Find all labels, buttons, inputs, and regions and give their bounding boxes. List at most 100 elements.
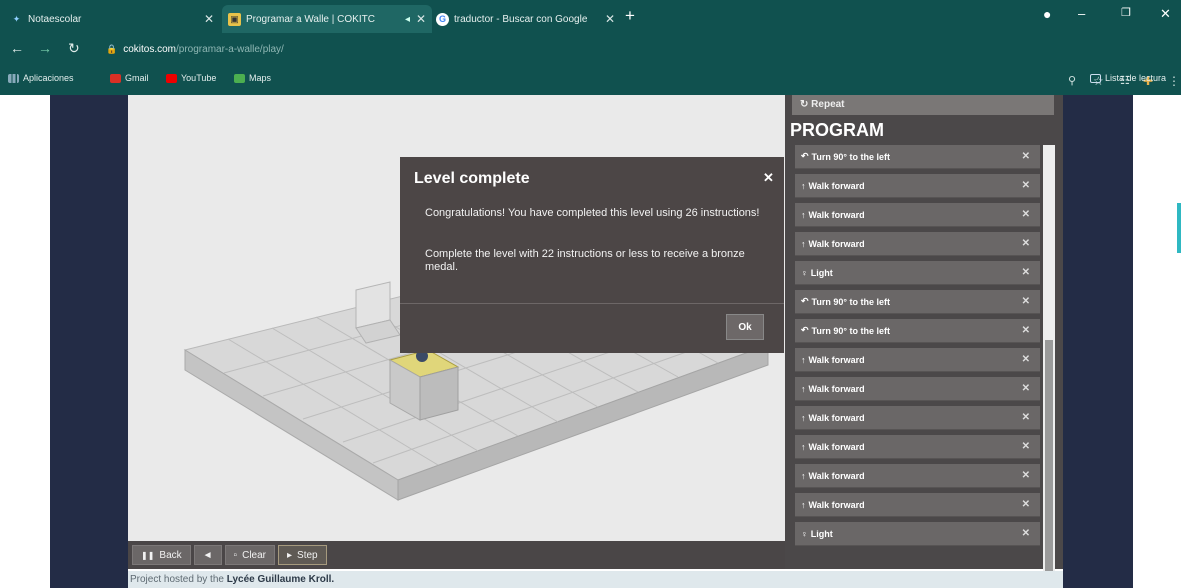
arrow-up-icon: ↑ <box>801 383 806 394</box>
dialog-message-completed: Congratulations! You have completed this… <box>425 207 760 219</box>
tab-programar-walle[interactable]: ▣ Programar a Walle | COKITC ◂ ✕ <box>222 5 432 33</box>
light-bulb-icon: ♀ <box>801 267 808 278</box>
program-item[interactable]: ↑ Walk forward ✕ <box>795 348 1040 372</box>
program-item[interactable]: ↶ Turn 90° to the left ✕ <box>795 319 1040 343</box>
ok-button[interactable]: Ok <box>726 314 764 340</box>
maps-icon <box>234 73 245 83</box>
arrow-up-icon: ↑ <box>801 412 806 423</box>
browser-chrome: ✦ Notaescolar ✕ ▣ Programar a Walle | CO… <box>0 0 1181 95</box>
program-item[interactable]: ↑ Walk forward ✕ <box>795 493 1040 517</box>
program-item-label: Walk forward <box>808 441 865 452</box>
remove-icon[interactable]: ✕ <box>1022 383 1030 394</box>
remove-icon[interactable]: ✕ <box>1022 238 1030 249</box>
profile-icon[interactable]: ● <box>1043 6 1051 22</box>
window-close-icon[interactable]: ✕ <box>1160 6 1171 22</box>
audio-icon[interactable]: ◂ <box>405 14 410 25</box>
arrow-up-icon: ↑ <box>801 499 806 510</box>
program-item[interactable]: ♀ Light ✕ <box>795 261 1040 285</box>
back-arrow-icon[interactable]: ← <box>10 40 24 56</box>
footer-text: Project hosted by the <box>130 574 224 585</box>
remove-icon[interactable]: ✕ <box>1022 470 1030 481</box>
close-icon[interactable]: ✕ <box>204 12 214 26</box>
step-button[interactable]: ▸ Step <box>278 545 327 565</box>
bookmark-youtube[interactable]: YouTube <box>166 68 216 88</box>
address-bar[interactable]: 🔒 cokitos.com /programar-a-walle/play/ <box>106 40 284 58</box>
program-item-label: Walk forward <box>808 180 865 191</box>
bookmark-label: Aplicaciones <box>23 73 74 83</box>
remove-icon[interactable]: ✕ <box>1022 412 1030 423</box>
light-bulb-icon: ♀ <box>801 528 808 539</box>
program-item-label: Walk forward <box>808 470 865 481</box>
reading-list[interactable]: Lista de lectura <box>1090 68 1166 88</box>
program-item-label: Light <box>810 267 833 278</box>
repeat-block[interactable]: ↻ Repeat <box>792 95 1054 115</box>
program-item-label: Light <box>810 528 833 539</box>
program-item[interactable]: ↑ Walk forward ✕ <box>795 406 1040 430</box>
remove-icon[interactable]: ✕ <box>1022 499 1030 510</box>
reading-list-icon <box>1090 73 1101 83</box>
program-item[interactable]: ♀ Light ✕ <box>795 522 1040 546</box>
remove-icon[interactable]: ✕ <box>1022 209 1030 220</box>
arrow-up-icon: ↑ <box>801 470 806 481</box>
repeat-label: Repeat <box>811 99 845 110</box>
zoom-icon[interactable]: ⚲ <box>1068 74 1076 87</box>
bookmark-label: YouTube <box>181 73 217 83</box>
turn-left-icon: ↶ <box>801 296 809 306</box>
program-scrollbar-thumb[interactable] <box>1045 340 1053 583</box>
bookmark-gmail[interactable]: Gmail <box>110 68 149 88</box>
reload-icon[interactable]: ↻ <box>68 40 80 57</box>
program-item-label: Walk forward <box>808 383 865 394</box>
program-title: PROGRAM <box>790 120 884 140</box>
remove-icon[interactable]: ✕ <box>1022 296 1030 307</box>
restore-icon[interactable]: ❐ <box>1121 6 1131 19</box>
program-list: ↶ Turn 90° to the left ✕ ↑ Walk forward ✕ ↑ … <box>795 145 1040 551</box>
program-item-label: Walk forward <box>808 209 865 220</box>
remove-icon[interactable]: ✕ <box>1022 180 1030 191</box>
program-item[interactable]: ↑ Walk forward ✕ <box>795 203 1040 227</box>
arrow-up-icon: ↑ <box>801 354 806 365</box>
program-item[interactable]: ↑ Walk forward ✕ <box>795 174 1040 198</box>
turn-left-icon: ↶ <box>801 151 809 161</box>
cokitos-icon: ▣ <box>228 12 241 26</box>
clear-icon: ▫ <box>233 549 238 561</box>
program-item[interactable]: ↑ Walk forward ✕ <box>795 232 1040 256</box>
close-icon[interactable]: ✕ <box>605 12 615 26</box>
program-item[interactable]: ↑ Walk forward ✕ <box>795 435 1040 459</box>
reading-list-label: Lista de lectura <box>1105 73 1167 83</box>
previous-button[interactable]: ◄ <box>193 545 222 565</box>
back-button[interactable]: ❚❚ Back <box>132 545 191 565</box>
tab-notaescolar[interactable]: ✦ Notaescolar ✕ <box>10 7 220 31</box>
dialog-message-medal: Complete the level with 22 instructions … <box>425 248 745 273</box>
bookmark-maps[interactable]: Maps <box>234 68 271 88</box>
footer-school-link[interactable]: Lycée Guillaume Kroll. <box>227 574 334 585</box>
remove-icon[interactable]: ✕ <box>1022 267 1030 278</box>
remove-icon[interactable]: ✕ <box>1022 528 1030 539</box>
program-item[interactable]: ↑ Walk forward ✕ <box>795 377 1040 401</box>
menu-icon[interactable]: ⋮ <box>1168 74 1180 88</box>
program-item-label: Walk forward <box>808 412 865 423</box>
program-item[interactable]: ↑ Walk forward ✕ <box>795 464 1040 488</box>
close-icon[interactable]: ✕ <box>416 12 426 26</box>
remove-icon[interactable]: ✕ <box>1022 441 1030 452</box>
remove-icon[interactable]: ✕ <box>1022 151 1030 162</box>
tab-traductor[interactable]: G traductor - Buscar con Google ✕ <box>436 7 621 31</box>
remove-icon[interactable]: ✕ <box>1022 325 1030 336</box>
forward-arrow-icon[interactable]: → <box>38 40 52 56</box>
dialog-divider <box>400 303 784 304</box>
minimize-icon[interactable]: – <box>1078 6 1085 21</box>
program-item[interactable]: ↶ Turn 90° to the left ✕ <box>795 145 1040 169</box>
back-label: Back <box>159 549 182 561</box>
step-icon: ▸ <box>287 549 293 561</box>
bookmark-label: Gmail <box>125 73 149 83</box>
new-tab-icon[interactable]: + <box>625 6 635 26</box>
bookmark-apps[interactable]: Aplicaciones <box>8 68 74 88</box>
close-icon[interactable]: ✕ <box>763 170 774 186</box>
program-item[interactable]: ↶ Turn 90° to the left ✕ <box>795 290 1040 314</box>
right-margin <box>1063 95 1133 588</box>
left-margin <box>50 95 128 588</box>
program-item-label: Turn 90° to the left <box>811 296 890 307</box>
clear-button[interactable]: ▫ Clear <box>224 545 275 565</box>
navigation-bar: ← → ↻ 🔒 cokitos.com /programar-a-walle/p… <box>0 37 1181 88</box>
google-icon: G <box>436 12 449 26</box>
remove-icon[interactable]: ✕ <box>1022 354 1030 365</box>
